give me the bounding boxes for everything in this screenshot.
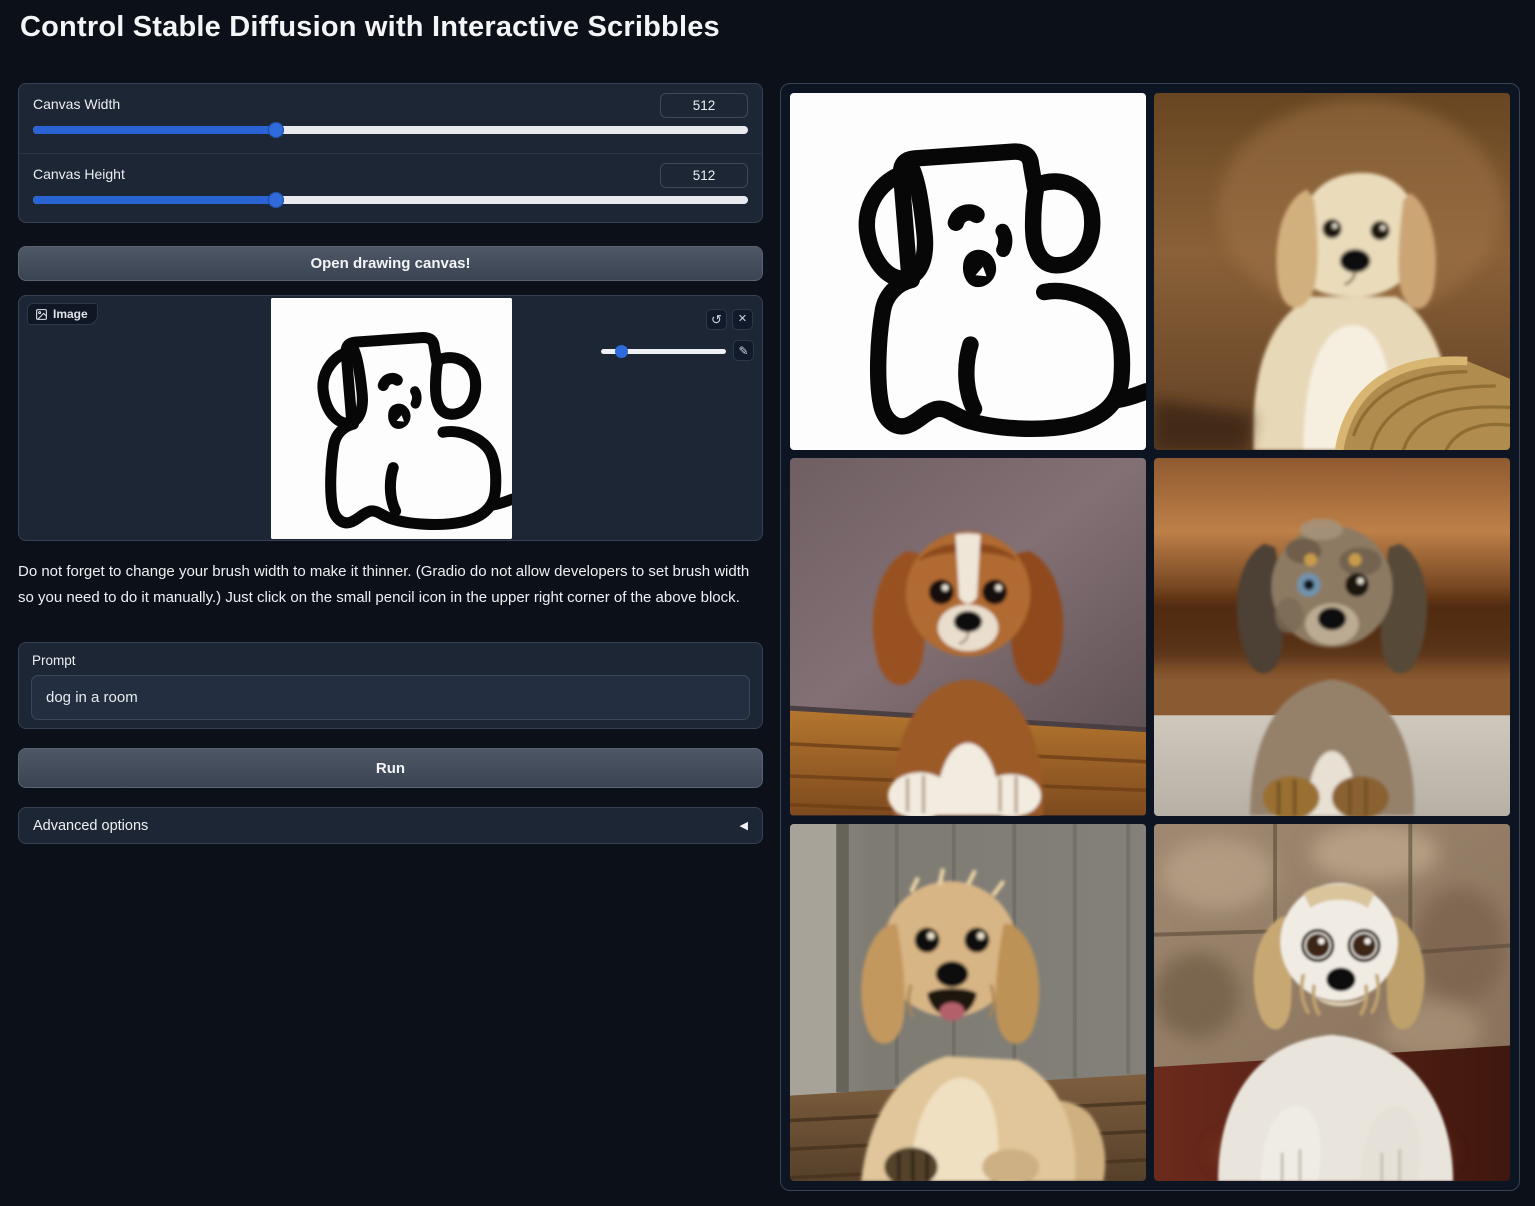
gallery-item[interactable] xyxy=(1154,458,1510,815)
gallery-item[interactable] xyxy=(790,458,1146,815)
canvas-height-slider[interactable] xyxy=(33,196,748,204)
drawing-canvas[interactable] xyxy=(271,298,512,539)
advanced-options-label: Advanced options xyxy=(33,818,148,834)
gallery-item-scribble[interactable] xyxy=(790,93,1146,450)
gallery-item[interactable] xyxy=(1154,93,1510,450)
brush-size-slider[interactable] xyxy=(601,349,726,354)
gallery-item[interactable] xyxy=(790,824,1146,1181)
image-label-badge: Image xyxy=(27,303,98,325)
brush-settings-button[interactable]: ✎ xyxy=(733,340,754,361)
generated-dog-image-4 xyxy=(790,824,1146,1181)
brush-note: Do not forget to change your brush width… xyxy=(18,559,760,611)
clear-button[interactable]: ✕ xyxy=(732,309,753,330)
pencil-icon: ✎ xyxy=(738,345,748,357)
generated-dog-image-1 xyxy=(1154,93,1510,450)
page-title: Control Stable Diffusion with Interactiv… xyxy=(20,11,720,44)
canvas-height-row: Canvas Height xyxy=(19,153,762,222)
canvas-height-label: Canvas Height xyxy=(33,166,125,182)
undo-button[interactable]: ↺ xyxy=(706,309,727,330)
canvas-width-row: Canvas Width xyxy=(19,84,762,153)
run-button[interactable]: Run xyxy=(18,748,763,788)
brush-slider-thumb[interactable] xyxy=(615,345,628,358)
prompt-block: Prompt xyxy=(18,642,763,729)
generated-dog-image-2 xyxy=(790,458,1146,815)
canvas-width-slider[interactable] xyxy=(33,126,748,134)
slider-thumb[interactable] xyxy=(268,122,284,138)
image-label: Image xyxy=(53,307,88,321)
canvas-width-label: Canvas Width xyxy=(33,96,120,112)
open-canvas-button[interactable]: Open drawing canvas! xyxy=(18,246,763,281)
generated-dog-image-5 xyxy=(1154,824,1510,1181)
output-gallery xyxy=(780,83,1520,1191)
image-editor: Image ↺ ✕ ✎ xyxy=(18,295,763,541)
canvas-width-value[interactable] xyxy=(660,93,748,118)
slider-thumb[interactable] xyxy=(268,192,284,208)
scribble-image xyxy=(271,298,512,539)
canvas-height-value[interactable] xyxy=(660,163,748,188)
prompt-input[interactable] xyxy=(31,675,750,720)
undo-icon: ↺ xyxy=(711,313,722,326)
scribble-image xyxy=(790,93,1146,450)
advanced-options-accordion[interactable]: Advanced options ◀ xyxy=(18,807,763,844)
prompt-label: Prompt xyxy=(32,653,76,668)
gallery-item[interactable] xyxy=(1154,824,1510,1181)
close-icon: ✕ xyxy=(738,314,747,325)
generated-dog-image-3 xyxy=(1154,458,1510,815)
slider-fill xyxy=(33,126,276,134)
collapse-arrow-icon: ◀ xyxy=(740,819,748,832)
canvas-size-group: Canvas Width Canvas Height xyxy=(18,83,763,223)
slider-fill xyxy=(33,196,276,204)
image-icon xyxy=(35,308,48,321)
